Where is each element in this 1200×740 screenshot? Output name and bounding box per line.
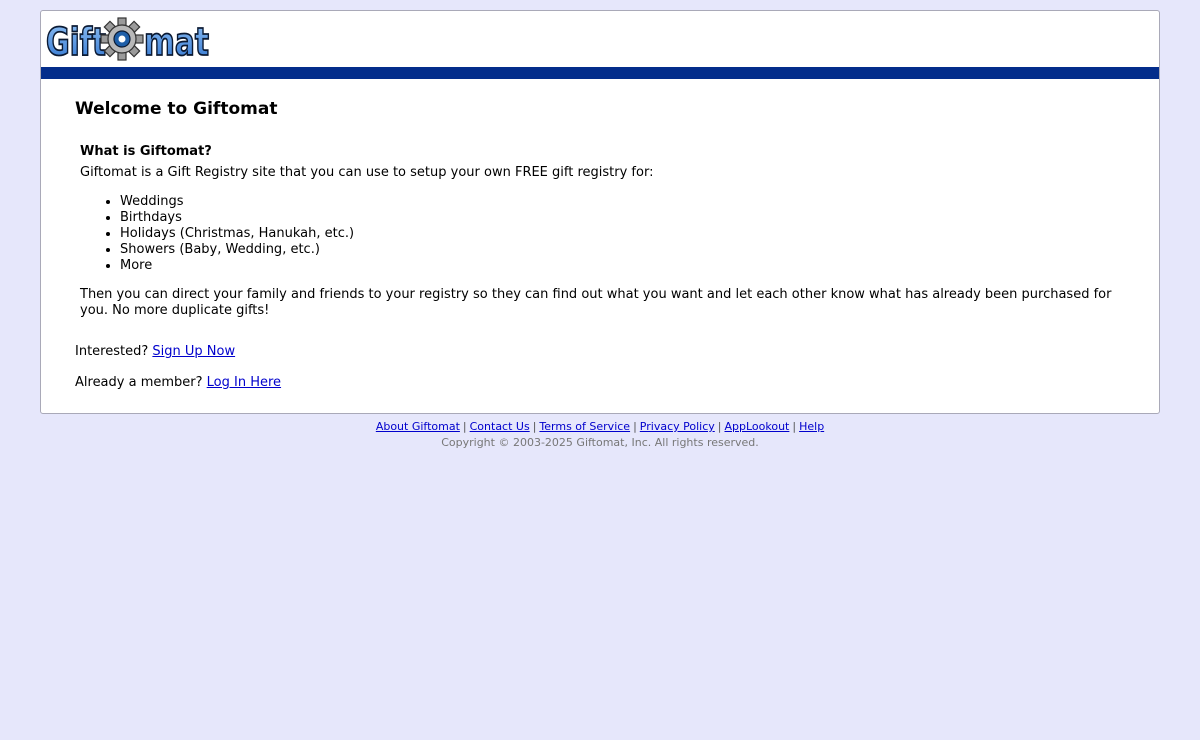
privacy-link[interactable]: Privacy Policy	[640, 420, 715, 433]
registry-types-list: Weddings Birthdays Holidays (Christmas, …	[80, 194, 354, 274]
footer-separator: |	[462, 420, 467, 433]
list-item: Holidays (Christmas, Hanukah, etc.)	[120, 226, 354, 242]
terms-link[interactable]: Terms of Service	[539, 420, 630, 433]
copyright-text: Copyright © 2003-2025 Giftomat, Inc. All…	[441, 436, 759, 449]
list-item: Weddings	[120, 194, 354, 210]
description-text: Then you can direct your family and frie…	[80, 287, 1112, 318]
applookout-link[interactable]: AppLookout	[724, 420, 789, 433]
footer-separator: |	[633, 420, 637, 433]
interested-label: Interested?	[75, 344, 149, 359]
footer-separator: |	[717, 420, 722, 433]
page-title: Welcome to Giftomat	[75, 99, 278, 119]
giftomat-logo[interactable]: Gift mat	[45, 16, 211, 62]
signup-prompt: Interested? Sign Up Now	[75, 344, 235, 359]
logo-image: Gift mat	[45, 17, 210, 61]
site-footer: About Giftomat | Contact Us | Terms of Servi…	[0, 419, 1200, 451]
footer-links: About Giftomat | Contact Us | Terms of Servi…	[0, 419, 1200, 435]
svg-text:Gift: Gift	[46, 20, 106, 61]
list-item: Showers (Baby, Wedding, etc.)	[120, 242, 354, 258]
footer-separator: |	[792, 420, 797, 433]
login-prompt: Already a member? Log In Here	[75, 375, 281, 390]
section-heading: What is Giftomat?	[80, 144, 212, 159]
footer-separator: |	[532, 420, 537, 433]
svg-text:mat: mat	[144, 20, 209, 61]
list-item: More	[120, 258, 354, 274]
member-label: Already a member?	[75, 375, 203, 390]
gear-icon	[100, 17, 144, 61]
main-frame: Gift mat Welcome to Giftomat What is Gif…	[40, 10, 1160, 414]
site-header: Gift mat	[41, 11, 1159, 67]
sign-up-link[interactable]: Sign Up Now	[152, 344, 235, 359]
help-link[interactable]: Help	[799, 420, 824, 433]
header-bar	[41, 67, 1159, 79]
intro-text: Giftomat is a Gift Registry site that yo…	[80, 165, 654, 180]
log-in-link[interactable]: Log In Here	[207, 375, 281, 390]
contact-link[interactable]: Contact Us	[470, 420, 530, 433]
list-item: Birthdays	[120, 210, 354, 226]
about-link[interactable]: About Giftomat	[376, 420, 460, 433]
